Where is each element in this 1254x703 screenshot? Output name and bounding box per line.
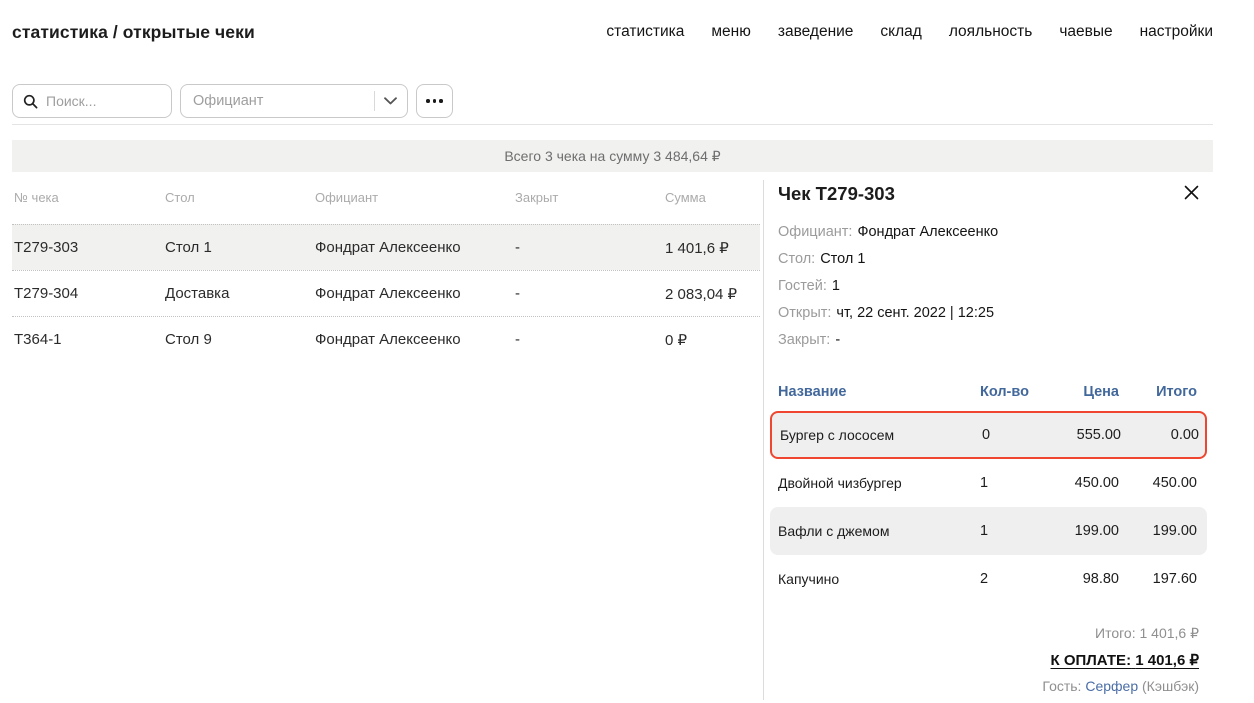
- checks-table: № чека Стол Официант Закрыт Сумма T279-3…: [12, 190, 760, 362]
- detail-guests: Гостей:1: [778, 273, 1199, 300]
- col-header-sum: Сумма: [665, 190, 760, 205]
- amount-due[interactable]: К ОПЛАТЕ: 1 401,6 ₽: [1051, 651, 1199, 669]
- check-closed: -: [515, 285, 665, 302]
- item-qty: 1: [980, 523, 1044, 539]
- item-total: 197.60: [1119, 571, 1197, 587]
- check-id: T279-303: [14, 239, 165, 256]
- nav-item-menu[interactable]: меню: [711, 23, 750, 41]
- check-id: T279-304: [14, 285, 165, 302]
- check-sum: 0 ₽: [665, 331, 760, 349]
- item-col-price: Цена: [1044, 384, 1119, 400]
- item-name: Бургер с лососем: [780, 427, 982, 443]
- item-total: 199.00: [1119, 523, 1197, 539]
- item-row: Вафли с джемом 1 199.00 199.00: [770, 507, 1207, 555]
- item-row: Двойной чизбургер 1 450.00 450.00: [770, 459, 1207, 507]
- toolbar-divider: [12, 124, 1213, 125]
- item-col-name: Название: [778, 384, 980, 400]
- toolbar: Официант: [12, 84, 453, 118]
- check-waiter: Фондрат Алексеенко: [315, 285, 515, 302]
- detail-waiter: Официант:Фондрат Алексеенко: [778, 219, 1199, 246]
- check-row[interactable]: T279-304 Доставка Фондрат Алексеенко - 2…: [12, 270, 760, 316]
- more-options-button[interactable]: [416, 84, 453, 118]
- checks-table-header: № чека Стол Официант Закрыт Сумма: [12, 190, 760, 224]
- check-closed: -: [515, 331, 665, 348]
- waiter-filter-select[interactable]: Официант: [180, 84, 408, 118]
- check-table: Стол 9: [165, 331, 315, 348]
- item-name: Вафли с джемом: [778, 523, 980, 539]
- items-table-header: Название Кол-во Цена Итого: [770, 373, 1207, 411]
- subtotal-line: Итого: 1 401,6 ₽: [778, 625, 1199, 642]
- top-nav: статистика меню заведение склад лояльнос…: [606, 23, 1213, 41]
- item-price: 450.00: [1044, 475, 1119, 491]
- item-row: Капучино 2 98.80 197.60: [770, 555, 1207, 603]
- item-total: 450.00: [1119, 475, 1197, 491]
- detail-closed: Закрыт:-: [778, 327, 1199, 354]
- check-closed: -: [515, 239, 665, 256]
- nav-item-tips[interactable]: чаевые: [1059, 23, 1112, 41]
- item-price: 98.80: [1044, 571, 1119, 587]
- check-sum: 2 083,04 ₽: [665, 285, 760, 303]
- panel-divider: [763, 180, 764, 700]
- item-total: 0.00: [1121, 427, 1199, 443]
- item-qty: 2: [980, 571, 1044, 587]
- search-icon: [23, 94, 38, 109]
- open-checks-page: статистика / открытые чеки статистика ме…: [0, 0, 1254, 700]
- item-name: Двойной чизбургер: [778, 475, 980, 491]
- item-col-qty: Кол-во: [980, 384, 1044, 400]
- ellipsis-icon: [426, 99, 430, 103]
- guest-line: Гость: Серфер (Кэшбэк): [778, 678, 1199, 694]
- item-col-total: Итого: [1119, 384, 1197, 400]
- nav-item-stock[interactable]: склад: [880, 23, 921, 41]
- guest-link[interactable]: Серфер: [1085, 678, 1138, 694]
- page-header: статистика / открытые чеки статистика ме…: [0, 0, 1254, 52]
- check-waiter: Фондрат Алексеенко: [315, 239, 515, 256]
- check-details: Официант:Фондрат Алексеенко Стол:Стол 1 …: [770, 219, 1207, 354]
- check-table: Доставка: [165, 285, 315, 302]
- col-header-closed: Закрыт: [515, 190, 665, 205]
- nav-item-venue[interactable]: заведение: [778, 23, 854, 41]
- check-row[interactable]: T364-1 Стол 9 Фондрат Алексеенко - 0 ₽: [12, 316, 760, 362]
- close-icon[interactable]: [1184, 185, 1199, 200]
- summary-text: Всего 3 чека на сумму 3 484,64 ₽: [504, 148, 720, 165]
- chevron-down-icon: [384, 97, 397, 105]
- detail-table: Стол:Стол 1: [778, 246, 1199, 273]
- search-box[interactable]: [12, 84, 172, 118]
- check-table: Стол 1: [165, 239, 315, 256]
- select-separator: [374, 91, 375, 111]
- search-input[interactable]: [46, 93, 161, 109]
- col-header-table: Стол: [165, 190, 315, 205]
- col-header-waiter: Официант: [315, 190, 515, 205]
- nav-item-loyalty[interactable]: лояльность: [949, 23, 1032, 41]
- nav-item-settings[interactable]: настройки: [1140, 23, 1213, 41]
- panel-title: Чек T279-303: [778, 182, 895, 205]
- waiter-filter-label: Официант: [193, 93, 263, 109]
- item-price: 555.00: [1046, 427, 1121, 443]
- item-qty: 1: [980, 475, 1044, 491]
- col-header-check-number: № чека: [14, 190, 165, 205]
- check-totals: Итого: 1 401,6 ₽ К ОПЛАТЕ: 1 401,6 ₽ Гос…: [770, 625, 1207, 694]
- check-waiter: Фондрат Алексеенко: [315, 331, 515, 348]
- check-detail-panel: Чек T279-303 Официант:Фондрат Алексеенко…: [770, 182, 1207, 703]
- item-qty: 0: [982, 427, 1046, 443]
- item-row-highlighted: Бургер с лососем 0 555.00 0.00: [770, 411, 1207, 459]
- breadcrumb: статистика / открытые чеки: [12, 22, 255, 43]
- item-name: Капучино: [778, 571, 980, 587]
- item-price: 199.00: [1044, 523, 1119, 539]
- check-row[interactable]: T279-303 Стол 1 Фондрат Алексеенко - 1 4…: [12, 224, 760, 270]
- check-sum: 1 401,6 ₽: [665, 239, 760, 257]
- nav-item-statistics[interactable]: статистика: [606, 23, 684, 41]
- summary-bar: Всего 3 чека на сумму 3 484,64 ₽: [12, 140, 1213, 172]
- check-id: T364-1: [14, 331, 165, 348]
- detail-opened: Открыт:чт, 22 сент. 2022 | 12:25: [778, 300, 1199, 327]
